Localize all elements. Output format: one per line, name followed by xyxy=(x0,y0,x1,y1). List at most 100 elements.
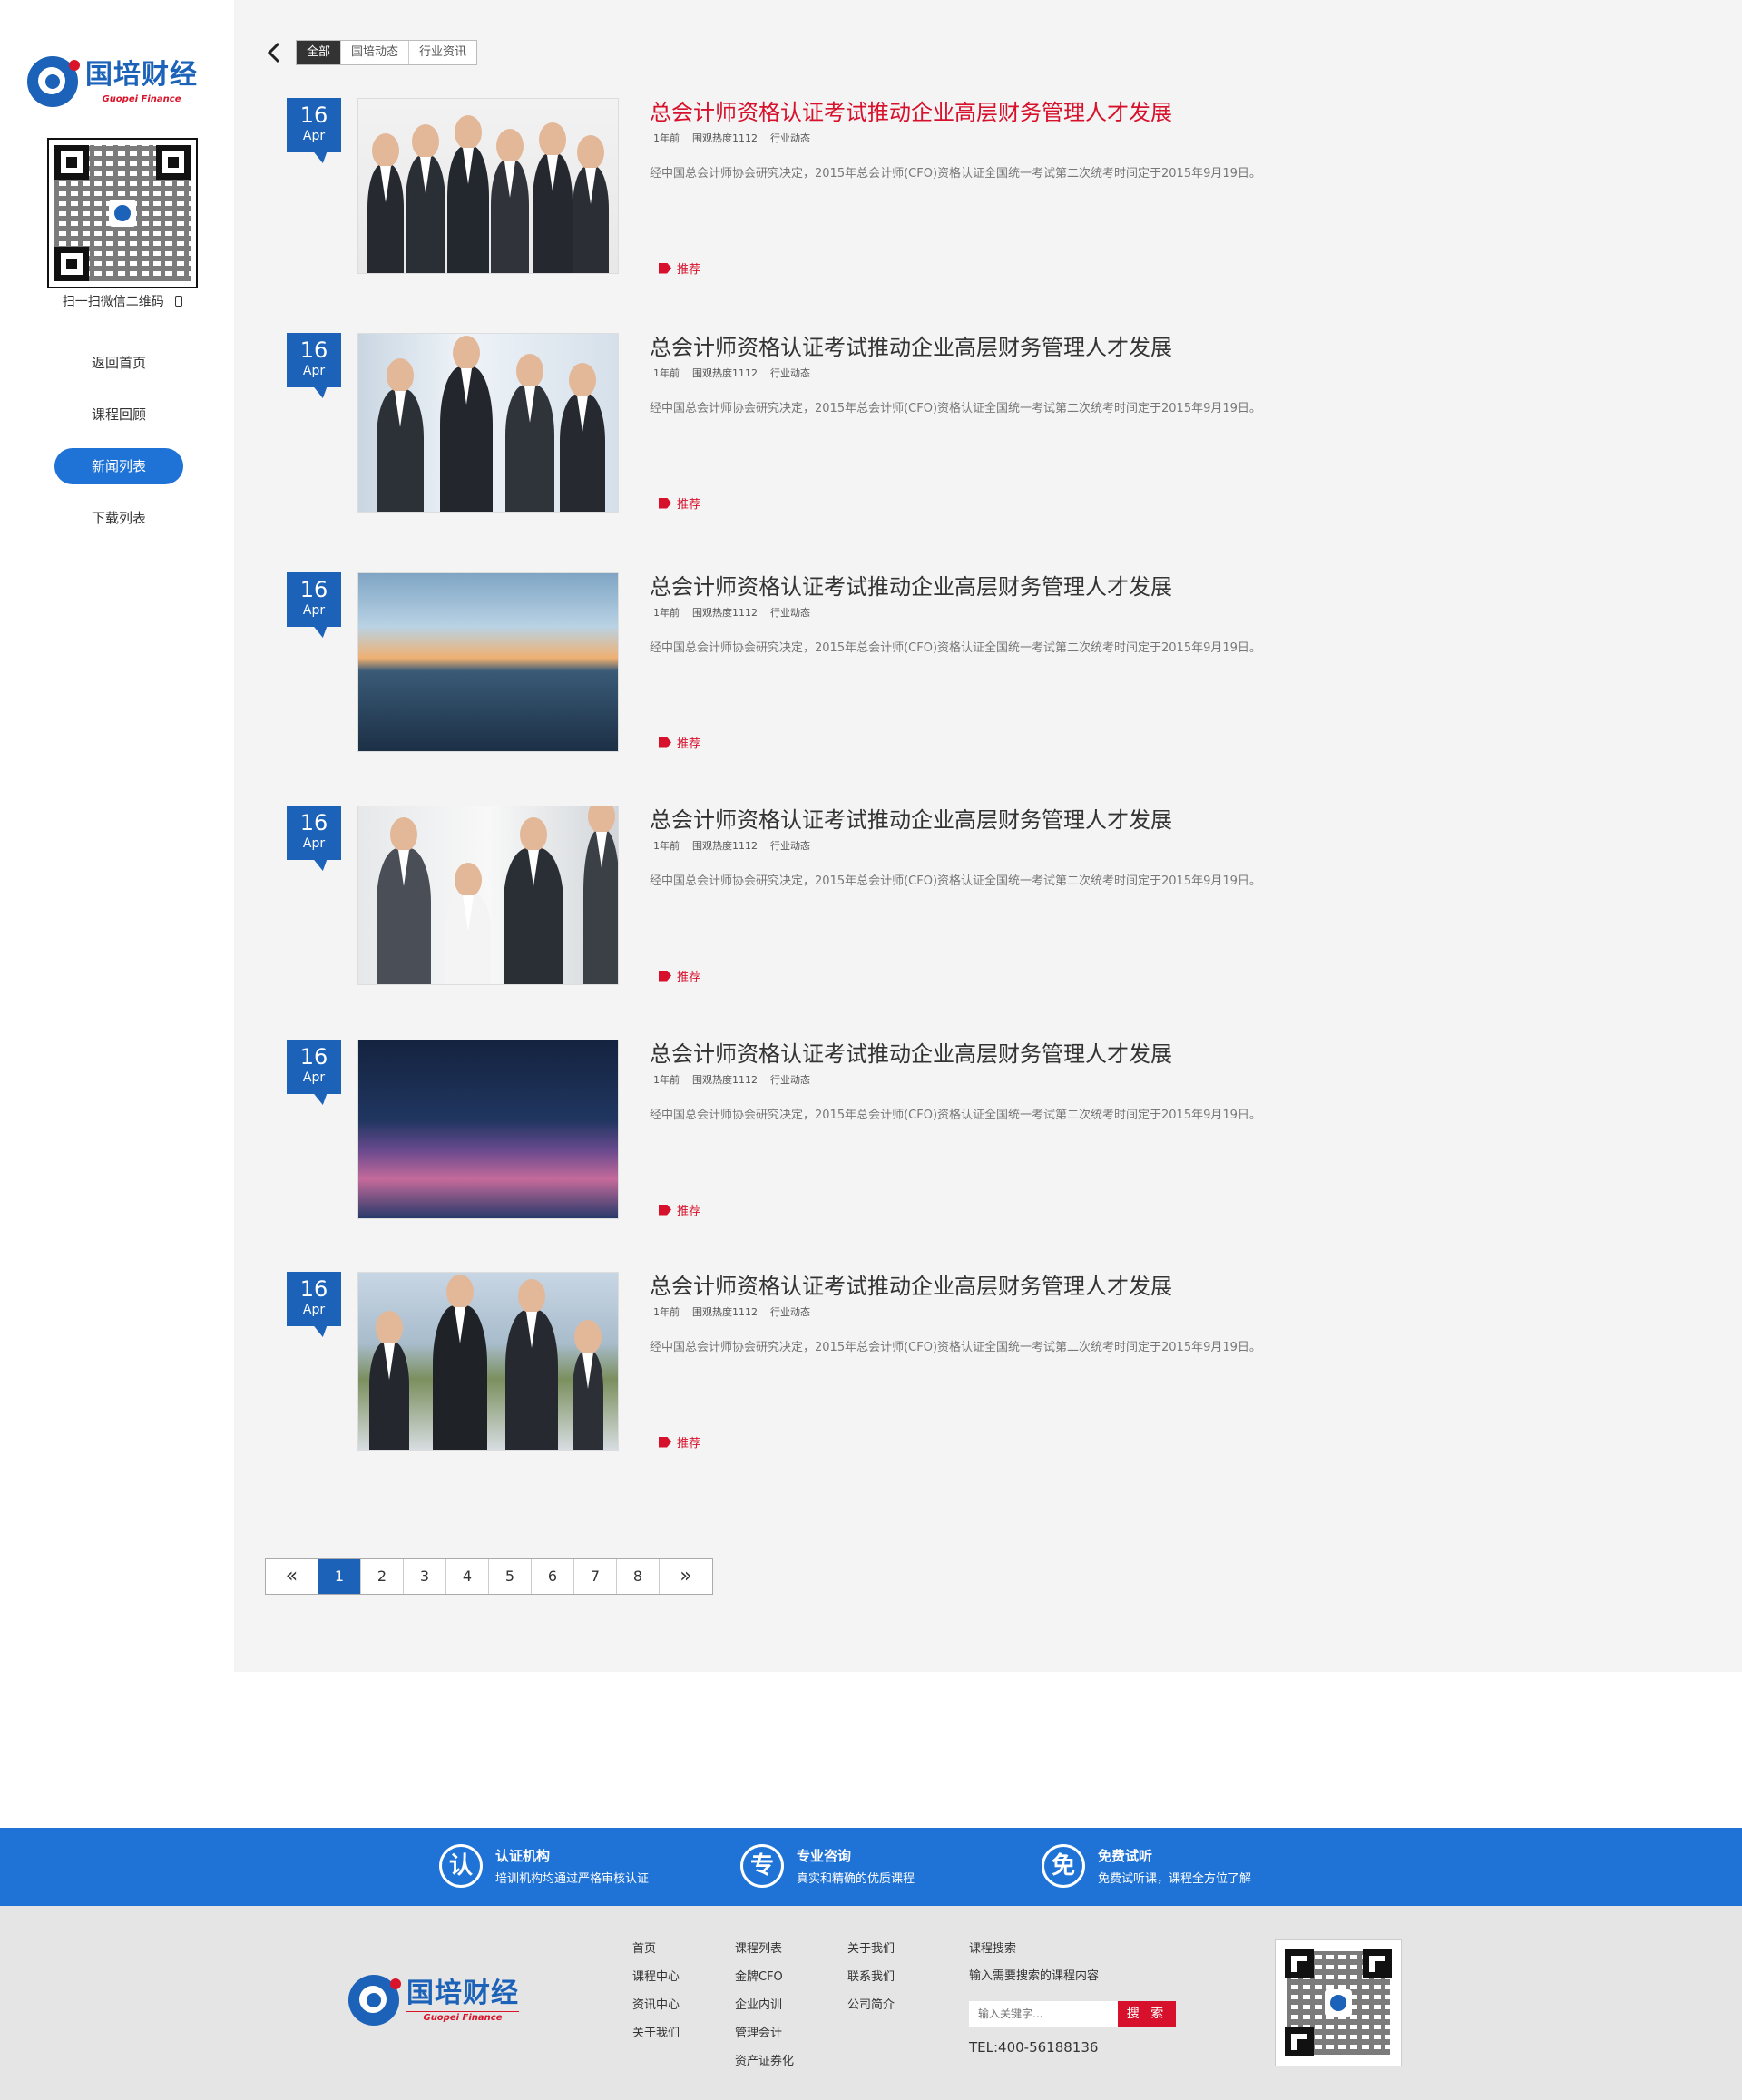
footer-link[interactable]: 企业内训 xyxy=(735,1997,794,2025)
recommend-tag[interactable]: 推荐 xyxy=(659,1433,700,1450)
date-badge: 16 Apr xyxy=(287,572,341,627)
feature-subtitle: 培训机构均通过严格审核认证 xyxy=(495,1872,650,1886)
free-icon: 免 xyxy=(1042,1844,1085,1888)
footer-search: 课程搜索 输入需要搜索的课程内容 搜 索 TEL:400-56188136 xyxy=(969,1939,1196,2056)
tag-icon xyxy=(659,737,671,748)
article-title[interactable]: 总会计师资格认证考试推动企业高层财务管理人才发展 xyxy=(650,1040,1466,1069)
article-item: 16 Apr 总会计师资格认证考试推动企业高层财务管理人才发展 1年前 围观热度… xyxy=(287,572,1557,754)
brand-name-en: Guopei Finance xyxy=(406,2010,519,2023)
article-thumbnail[interactable] xyxy=(357,333,619,513)
page-3-button[interactable]: 3 xyxy=(404,1559,446,1594)
date-day: 16 xyxy=(299,577,328,602)
tag-label: 推荐 xyxy=(677,263,701,277)
sidebar: 国培财经 Guopei Finance 扫一扫微信二维码 返回首页 课程回顾 新… xyxy=(0,0,234,1672)
article-time: 1年前 xyxy=(653,367,680,379)
footer: 国培财经 Guopei Finance 首页 课程中心 资讯中心 关于我们 课程… xyxy=(0,1906,1742,2100)
logo-mark-icon xyxy=(348,1975,401,2026)
footer-link[interactable]: 公司简介 xyxy=(847,1997,895,2025)
article-meta: 1年前 围观热度1112 行业动态 xyxy=(650,1072,1466,1087)
date-month: Apr xyxy=(302,836,326,851)
tab-industry-info[interactable]: 行业资讯 xyxy=(409,41,476,64)
brand-logo[interactable]: 国培财经 Guopei Finance xyxy=(27,56,198,107)
article-thumbnail[interactable] xyxy=(357,806,619,985)
footer-link[interactable]: 首页 xyxy=(632,1940,680,1968)
article-item: 16 Apr 总会计师资格认证考试推动企业高层财务管理人才发展 1年前 围观热度… xyxy=(287,98,1557,279)
footer-link[interactable]: 管理会计 xyxy=(735,2025,794,2053)
page-8-button[interactable]: 8 xyxy=(617,1559,660,1594)
pagination: « 1 2 3 4 5 6 7 8 » xyxy=(265,1558,713,1595)
page-4-button[interactable]: 4 xyxy=(446,1559,489,1594)
article-title[interactable]: 总会计师资格认证考试推动企业高层财务管理人才发展 xyxy=(650,572,1466,601)
prev-page-button[interactable]: « xyxy=(266,1559,318,1594)
feature-subtitle: 免费试听课，课程全方位了解 xyxy=(1098,1872,1252,1886)
article-title[interactable]: 总会计师资格认证考试推动企业高层财务管理人才发展 xyxy=(650,333,1466,362)
article-item: 16 Apr 总会计师资格认证考试推动企业高层财务管理人才发展 1年前 围观热度… xyxy=(287,806,1557,987)
recommend-tag[interactable]: 推荐 xyxy=(659,259,700,277)
filter-tabs: 全部 国培动态 行业资讯 xyxy=(296,40,478,65)
feature-free-trial: 免 免费试听 免费试听课，课程全方位了解 xyxy=(1042,1844,1251,1888)
article-description: 经中国总会计师协会研究决定，2015年总会计师(CFO)资格认证全国统一考试第二… xyxy=(650,641,1261,655)
page-6-button[interactable]: 6 xyxy=(532,1559,574,1594)
footer-logo[interactable]: 国培财经 Guopei Finance xyxy=(348,1975,519,2026)
brand-name-cn: 国培财经 xyxy=(406,1977,519,2009)
footer-link[interactable]: 资产证券化 xyxy=(735,2053,794,2081)
footer-link[interactable]: 联系我们 xyxy=(847,1968,895,1997)
date-badge: 16 Apr xyxy=(287,1272,341,1326)
back-arrow-icon[interactable] xyxy=(267,40,285,65)
article-category: 行业动态 xyxy=(770,607,810,619)
article-thumbnail[interactable] xyxy=(357,572,619,752)
footer-link[interactable]: 关于我们 xyxy=(632,2025,680,2053)
main-content: 全部 国培动态 行业资讯 16 Apr 总会计师资格认证考试推动企业高层财务管理… xyxy=(234,0,1742,1672)
article-title[interactable]: 总会计师资格认证考试推动企业高层财务管理人才发展 xyxy=(650,806,1466,835)
article-heat: 围观热度1112 xyxy=(692,367,758,379)
article-thumbnail[interactable] xyxy=(357,1040,619,1219)
footer-col-about: 关于我们 联系我们 公司简介 xyxy=(847,1940,895,2025)
footer-link[interactable]: 课程列表 xyxy=(735,1940,794,1968)
date-day: 16 xyxy=(299,810,328,835)
feature-title: 认证机构 xyxy=(495,1848,551,1864)
article-heat: 围观热度1112 xyxy=(692,840,758,852)
date-month: Apr xyxy=(302,129,326,143)
date-day: 16 xyxy=(299,103,328,128)
page-5-button[interactable]: 5 xyxy=(489,1559,532,1594)
side-nav-download-list[interactable]: 下载列表 xyxy=(54,500,183,536)
footer-link[interactable]: 关于我们 xyxy=(847,1940,895,1968)
article-heat: 围观热度1112 xyxy=(692,1074,758,1086)
tag-icon xyxy=(659,1436,671,1448)
date-month: Apr xyxy=(302,603,326,618)
search-input[interactable] xyxy=(969,2001,1118,2027)
article-description: 经中国总会计师协会研究决定，2015年总会计师(CFO)资格认证全国统一考试第二… xyxy=(650,167,1261,181)
recommend-tag[interactable]: 推荐 xyxy=(659,1201,700,1218)
side-nav-news-list[interactable]: 新闻列表 xyxy=(54,448,183,484)
feature-certified: 认 认证机构 培训机构均通过严格审核认证 xyxy=(439,1844,649,1888)
footer-link[interactable]: 金牌CFO xyxy=(735,1968,794,1997)
article-meta: 1年前 围观热度1112 行业动态 xyxy=(650,605,1466,620)
recommend-tag[interactable]: 推荐 xyxy=(659,494,700,512)
article-time: 1年前 xyxy=(653,840,680,852)
article-title[interactable]: 总会计师资格认证考试推动企业高层财务管理人才发展 xyxy=(650,1272,1466,1301)
article-thumbnail[interactable] xyxy=(357,1272,619,1451)
search-title: 课程搜索 xyxy=(969,1942,1017,1956)
recommend-tag[interactable]: 推荐 xyxy=(659,967,700,984)
next-page-button[interactable]: » xyxy=(660,1559,712,1594)
tag-icon xyxy=(659,497,671,509)
recommend-tag[interactable]: 推荐 xyxy=(659,734,700,751)
tag-label: 推荐 xyxy=(677,737,701,751)
feature-subtitle: 真实和精确的优质课程 xyxy=(797,1872,915,1886)
article-meta: 1年前 围观热度1112 行业动态 xyxy=(650,838,1466,853)
page-2-button[interactable]: 2 xyxy=(361,1559,404,1594)
side-nav-course-review[interactable]: 课程回顾 xyxy=(54,396,183,433)
footer-link[interactable]: 课程中心 xyxy=(632,1968,680,1997)
footer-link[interactable]: 资讯中心 xyxy=(632,1997,680,2025)
article-description: 经中国总会计师协会研究决定，2015年总会计师(CFO)资格认证全国统一考试第二… xyxy=(650,1109,1261,1122)
side-nav-home[interactable]: 返回首页 xyxy=(54,345,183,381)
article-thumbnail[interactable] xyxy=(357,98,619,274)
date-day: 16 xyxy=(299,337,328,363)
page-7-button[interactable]: 7 xyxy=(574,1559,617,1594)
tab-all[interactable]: 全部 xyxy=(297,41,342,64)
tab-guopei-news[interactable]: 国培动态 xyxy=(341,41,410,64)
search-button[interactable]: 搜 索 xyxy=(1118,2001,1176,2027)
page-1-button[interactable]: 1 xyxy=(318,1559,361,1594)
tag-label: 推荐 xyxy=(677,498,701,512)
article-title[interactable]: 总会计师资格认证考试推动企业高层财务管理人才发展 xyxy=(650,98,1466,127)
